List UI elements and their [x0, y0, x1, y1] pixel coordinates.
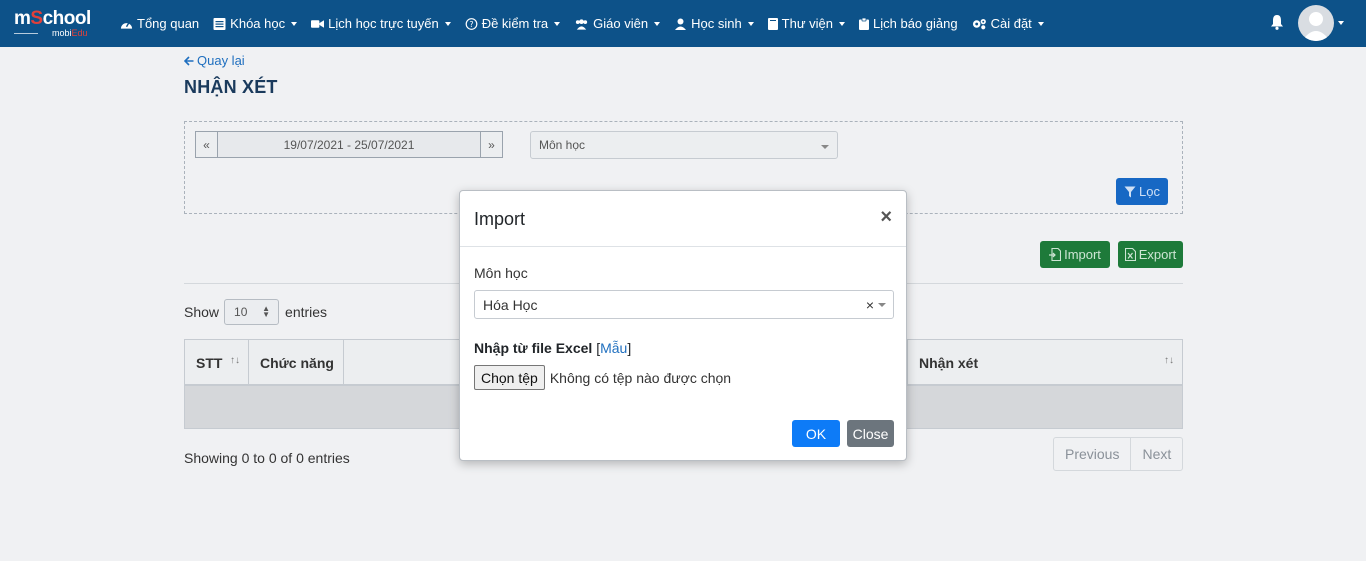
close-button[interactable]: Close [847, 420, 894, 447]
close-icon[interactable]: × [880, 207, 892, 227]
subject-label: Môn học [474, 265, 528, 281]
excel-label-text: Nhập từ file Excel [474, 340, 593, 356]
import-modal: Import × Môn học Hóa Học × Nhập từ file … [459, 190, 907, 461]
subject-select[interactable]: Hóa Học × [474, 290, 894, 319]
modal-title: Import [474, 209, 526, 229]
template-link[interactable]: Mẫu [600, 340, 627, 356]
chevron-down-icon [878, 303, 886, 307]
bracket-close: ] [627, 340, 632, 356]
choose-file-button[interactable]: Chọn tệp [474, 365, 545, 390]
file-status-text: Không có tệp nào được chọn [549, 369, 732, 386]
modal-header: Import × [460, 191, 906, 247]
ok-button[interactable]: OK [792, 420, 840, 447]
excel-import-label: Nhập từ file Excel [Mẫu] [474, 340, 631, 356]
clear-selection-icon[interactable]: × [866, 297, 874, 313]
subject-select-value: Hóa Học [483, 296, 538, 313]
file-input: Chọn tệp Không có tệp nào được chọn [474, 365, 731, 390]
